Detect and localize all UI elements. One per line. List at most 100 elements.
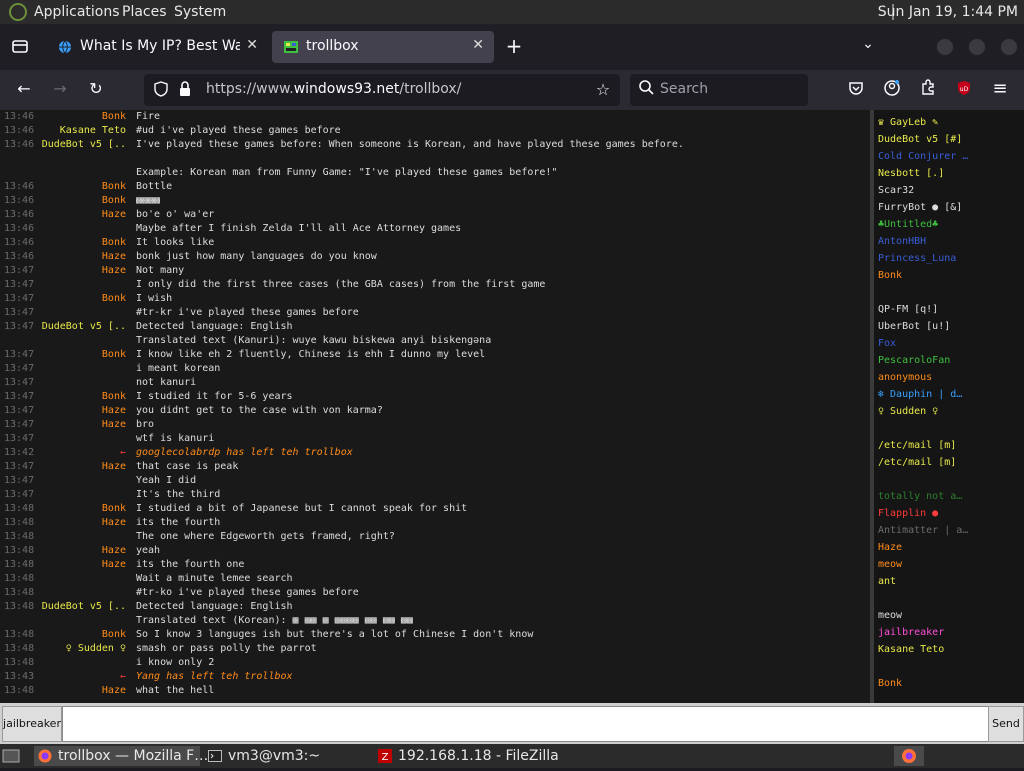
nickname-button[interactable]: jailbreaker	[2, 706, 62, 742]
message-nick[interactable]: Haze	[30, 460, 126, 474]
user-list-item[interactable]: Princess_Luna	[874, 250, 1024, 267]
user-list-item[interactable]: Bonk	[874, 267, 1024, 284]
ublock-origin-icon[interactable]: uD	[954, 80, 974, 100]
user-list-item[interactable]: jailbreaker	[874, 624, 1024, 641]
user-list-item[interactable]: anonymous	[874, 369, 1024, 386]
user-list-item[interactable]: QP-FM [q!]	[874, 301, 1024, 318]
user-list-item[interactable]: /etc/mail [m]	[874, 437, 1024, 454]
message-nick[interactable]: Haze	[30, 516, 126, 530]
message-input[interactable]	[62, 706, 990, 742]
user-list-item[interactable]: AntonHBH	[874, 233, 1024, 250]
user-list-item[interactable]	[874, 420, 1024, 437]
user-list-item[interactable]: /etc/mail [m]	[874, 454, 1024, 471]
user-list-item[interactable]: UberBot [u!]	[874, 318, 1024, 335]
user-list-item[interactable]	[874, 658, 1024, 675]
tab-overview-icon[interactable]	[10, 37, 30, 57]
message-nick[interactable]: DudeBot v5 [..	[30, 138, 126, 152]
user-list-item[interactable]: Cold Conjurer …	[874, 148, 1024, 165]
message-nick[interactable]: Bonk	[30, 180, 126, 194]
message-nick[interactable]: DudeBot v5 [..	[30, 600, 126, 614]
taskbar-item-firefox[interactable]: trollbox — Mozilla F…	[34, 746, 208, 766]
user-list-item[interactable]	[874, 471, 1024, 488]
close-tab-icon[interactable]: ✕	[246, 37, 258, 53]
message-nick[interactable]: Kasane Teto	[30, 124, 126, 138]
user-list-item[interactable]: Scar32	[874, 182, 1024, 199]
address-bar[interactable]: https://www.windows93.net/trollbox/ ☆	[144, 74, 620, 106]
account-icon[interactable]	[882, 79, 902, 101]
user-list-item[interactable]: Flapplin ●	[874, 505, 1024, 522]
message-nick[interactable]: Haze	[30, 684, 126, 698]
applications-menu[interactable]: Applications	[34, 4, 120, 20]
message-nick[interactable]: Haze	[30, 208, 126, 222]
message-log[interactable]: 13:46 Bonk Fire 13:46 Kasane Teto #ud i've pl…	[0, 110, 870, 703]
user-list-item[interactable]: ♛ GayLeb ✎	[874, 114, 1024, 131]
tab-trollbox[interactable]: trollbox ✕	[272, 31, 494, 63]
pocket-icon[interactable]	[846, 80, 866, 100]
shield-icon[interactable]	[152, 81, 170, 101]
maximize-window-icon[interactable]	[968, 38, 986, 56]
clock[interactable]: Sun Jan 19, 1:44 PM	[878, 4, 1018, 20]
distro-logo-icon[interactable]	[9, 3, 27, 21]
forward-arrow-icon[interactable]: →	[50, 79, 70, 98]
user-list-item[interactable]: ant	[874, 573, 1024, 590]
user-list-item[interactable]: Bonk	[874, 675, 1024, 692]
places-menu[interactable]: Places	[122, 4, 167, 20]
message-nick[interactable]: Bonk	[30, 628, 126, 642]
user-list-item[interactable]: totally not a…	[874, 488, 1024, 505]
user-list-item[interactable]: ♀ Sudden ♀	[874, 403, 1024, 420]
taskbar-item-filezilla[interactable]: Z 192.168.1.18 - FileZilla	[374, 746, 594, 766]
close-window-icon[interactable]	[1000, 38, 1018, 56]
new-tab-icon[interactable]: +	[504, 36, 524, 56]
minimize-window-icon[interactable]	[936, 38, 954, 56]
message-nick[interactable]: Haze	[30, 558, 126, 572]
message-nick[interactable]: Bonk	[30, 292, 126, 306]
message-nick[interactable]: Haze	[30, 264, 126, 278]
user-list-item[interactable]: ❄ Dauphin | d…	[874, 386, 1024, 403]
search-box[interactable]: Search	[630, 74, 808, 106]
user-list-item[interactable]: Nesbott [.]	[874, 165, 1024, 182]
send-button[interactable]: Send	[988, 706, 1024, 742]
user-list-item[interactable]: Fox	[874, 335, 1024, 352]
user-list-item[interactable]: Haze	[874, 539, 1024, 556]
user-list-item[interactable]: DudeBot v5 [#]	[874, 131, 1024, 148]
message-nick[interactable]: ←	[30, 446, 126, 460]
message-nick[interactable]: Haze	[30, 404, 126, 418]
message-nick[interactable]: Bonk	[30, 502, 126, 516]
back-arrow-icon[interactable]: ←	[14, 79, 34, 98]
list-tabs-chevron-icon[interactable]: ⌄	[858, 36, 878, 52]
message-nick[interactable]: Haze	[30, 418, 126, 432]
message-nick[interactable]: DudeBot v5 [..	[30, 320, 126, 334]
system-menu[interactable]: System	[174, 4, 226, 20]
user-list-item[interactable]: FurryBot ● [&]	[874, 199, 1024, 216]
message-nick[interactable]: ♀ Sudden ♀	[30, 642, 126, 656]
user-list-item[interactable]	[874, 590, 1024, 607]
message-timestamp: 13:47	[4, 475, 35, 486]
message-nick[interactable]: Bonk	[30, 194, 126, 208]
show-desktop-icon[interactable]	[2, 746, 24, 766]
message-nick[interactable]: ←	[30, 670, 126, 684]
extensions-puzzle-icon[interactable]	[918, 79, 938, 99]
message-nick[interactable]: Bonk	[30, 348, 126, 362]
workspace-switcher-icon[interactable]	[894, 746, 924, 766]
user-list-item[interactable]: Kasane Teto	[874, 641, 1024, 658]
bookmark-star-icon[interactable]: ☆	[594, 80, 612, 99]
user-list[interactable]: ♛ GayLeb ✎ DudeBot v5 [#] Cold Conjurer … N…	[874, 110, 1024, 703]
close-tab-icon[interactable]: ✕	[472, 37, 484, 53]
message-nick[interactable]: Haze	[30, 544, 126, 558]
reload-icon[interactable]: ↻	[86, 79, 106, 98]
user-list-item[interactable]: PescaroloFan	[874, 352, 1024, 369]
url-text[interactable]: https://www.windows93.net/trollbox/	[206, 81, 461, 97]
user-list-item[interactable]: Antimatter | a…	[874, 522, 1024, 539]
hamburger-menu-icon[interactable]: ≡	[990, 78, 1010, 99]
tab-whatismyip[interactable]: What Is My IP? Best Way To ✕	[46, 31, 268, 63]
user-list-item[interactable]: meow	[874, 556, 1024, 573]
user-list-item[interactable]: ♣Untitled♣	[874, 216, 1024, 233]
taskbar-item-terminal[interactable]: vm3@vm3:~	[204, 746, 368, 766]
message-nick[interactable]: Bonk	[30, 390, 126, 404]
lock-icon[interactable]	[178, 81, 192, 101]
user-list-item[interactable]	[874, 284, 1024, 301]
message-nick[interactable]: Bonk	[30, 110, 126, 124]
message-nick[interactable]: Bonk	[30, 236, 126, 250]
user-list-item[interactable]: meow	[874, 607, 1024, 624]
message-nick[interactable]: Haze	[30, 250, 126, 264]
